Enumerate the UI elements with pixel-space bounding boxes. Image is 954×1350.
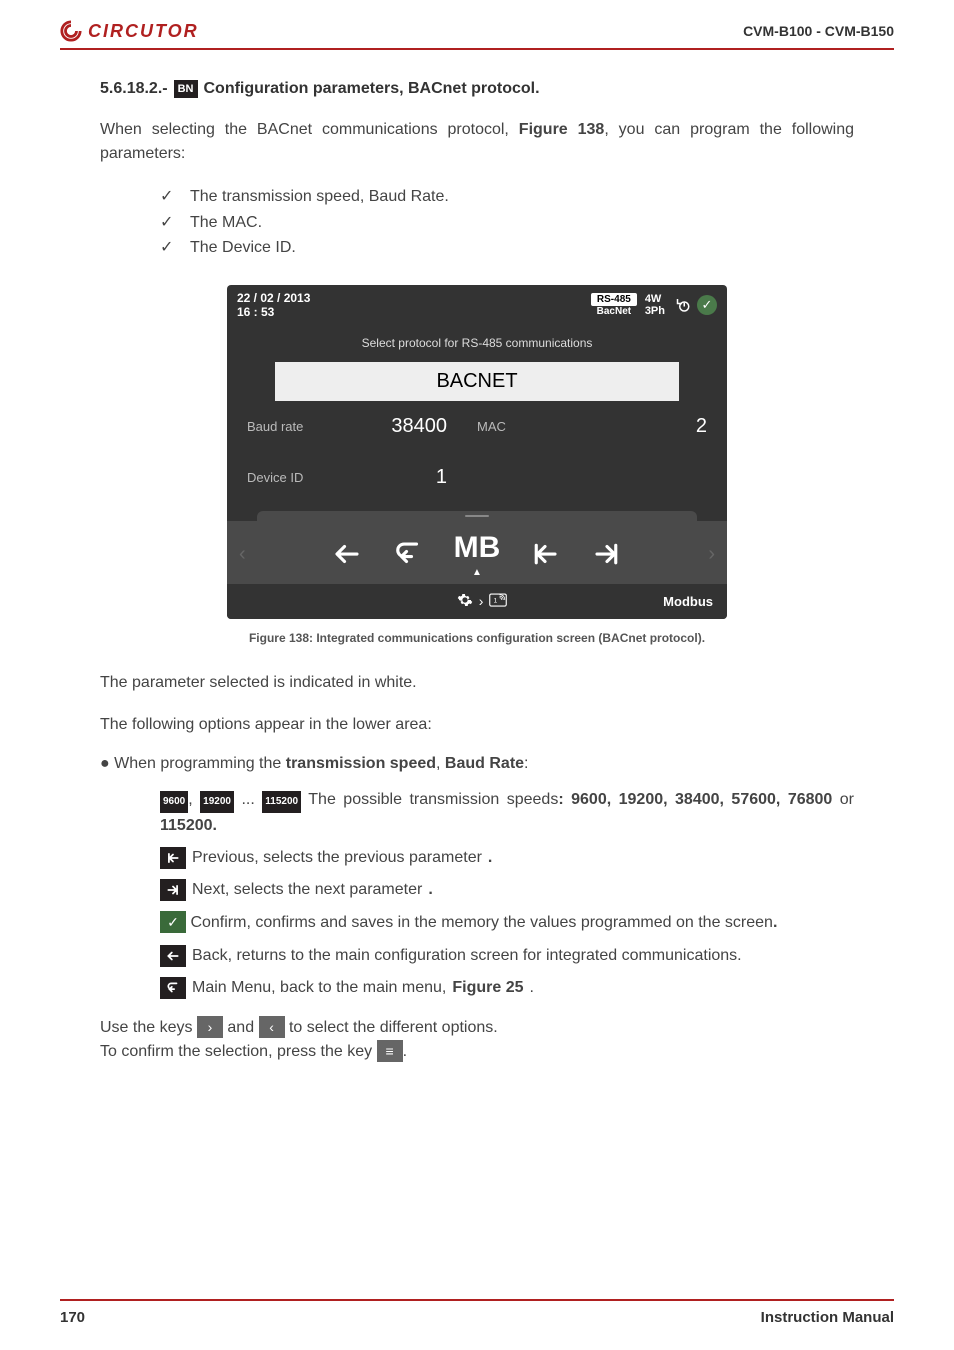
wiring-indicator: 4W 3Ph <box>645 293 665 317</box>
device-status-center: RS-485 BacNet 4W 3Ph ✓ <box>591 293 717 317</box>
opt-next: Next, selects the next parameter. <box>160 878 854 902</box>
page-footer: 170 Instruction Manual <box>60 1299 894 1326</box>
opt-speeds: 9600, 19200 ... 115200 The possible tran… <box>160 787 854 839</box>
mac-label: MAC <box>477 419 557 434</box>
opt-previous: Previous, selects the previous parameter… <box>160 846 854 870</box>
bn-badge: BN <box>174 80 198 98</box>
back-icon[interactable] <box>330 539 364 569</box>
previous-icon[interactable] <box>528 539 562 569</box>
mac-value: 2 <box>557 415 707 438</box>
speed-9600-button[interactable]: 9600 <box>160 791 188 813</box>
parameter-checklist: The transmission speed, Baud Rate. The M… <box>160 184 854 261</box>
device-date: 22 / 02 / 2013 <box>237 291 310 305</box>
wiring-3ph: 3Ph <box>645 305 665 317</box>
rs485-label: RS-485 <box>591 293 637 306</box>
page-header: CIRCUTOR CVM-B100 - CVM-B150 <box>60 20 894 50</box>
device-tab-handle <box>257 511 697 521</box>
check-item: The transmission speed, Baud Rate. <box>160 184 854 210</box>
nav-icon-row: MB ▲ <box>250 531 705 578</box>
para-lower: The following options appear in the lowe… <box>100 713 854 737</box>
device-row-devid: Device ID 1 <box>227 452 727 503</box>
key-menu-icon[interactable]: ≡ <box>377 1040 403 1062</box>
speed-19200-button[interactable]: 19200 <box>200 791 234 813</box>
back-button-icon[interactable] <box>160 945 186 967</box>
nav-scroll-right-icon[interactable]: › <box>704 543 719 566</box>
section-heading: 5.6.18.2.- BN Configuration parameters, … <box>100 80 854 98</box>
mb-label: MB <box>454 531 501 565</box>
comm-icon: 1 <box>489 593 507 610</box>
opt-confirm: ✓ Confirm, confirms and saves in the mem… <box>160 910 854 936</box>
bacnet-label: BacNet <box>591 306 637 317</box>
confirm-button-icon[interactable]: ✓ <box>160 911 186 933</box>
baud-label: Baud rate <box>247 419 357 434</box>
page-number: 170 <box>60 1309 85 1326</box>
footer-label: Instruction Manual <box>761 1309 894 1326</box>
main-menu-button-icon[interactable] <box>160 977 186 999</box>
para-selected: The parameter selected is indicated in w… <box>100 671 854 695</box>
deviceid-label: Device ID <box>247 470 357 485</box>
rs485-indicator: RS-485 BacNet <box>591 293 637 317</box>
device-navbar: ‹ MB ▲ <box>227 521 727 584</box>
opt-mainmenu: Main Menu, back to the main menu, Figure… <box>160 976 854 1000</box>
device-datetime: 22 / 02 / 2013 16 : 53 <box>237 291 310 320</box>
check-item: The MAC. <box>160 210 854 236</box>
device-prompt: Select protocol for RS-485 communication… <box>227 326 727 362</box>
section-title-text: Configuration parameters, BACnet protoco… <box>204 80 540 98</box>
device-screenshot: 22 / 02 / 2013 16 : 53 RS-485 BacNet 4W … <box>227 285 727 619</box>
footer-mode-label: Modbus <box>663 594 713 609</box>
device-time: 16 : 53 <box>237 305 310 319</box>
status-icons: ✓ <box>673 295 717 315</box>
next-icon[interactable] <box>590 539 624 569</box>
intro-paragraph: When selecting the BACnet communications… <box>100 118 854 166</box>
speed-115200-button[interactable]: 115200 <box>262 791 301 813</box>
chevron-right-icon: › <box>479 593 484 609</box>
mb-button[interactable]: MB ▲ <box>454 531 501 578</box>
opt-back: Back, returns to the main configuration … <box>160 944 854 968</box>
section-number: 5.6.18.2.- <box>100 80 168 98</box>
key-right-icon[interactable]: › <box>197 1016 223 1038</box>
brand-name: CIRCUTOR <box>88 21 199 42</box>
figure-caption: Figure 138: Integrated communications co… <box>100 631 854 645</box>
main-menu-icon[interactable] <box>392 539 426 569</box>
nav-scroll-left-icon[interactable]: ‹ <box>235 543 250 566</box>
device-row-baud-mac: Baud rate 38400 MAC 2 <box>227 401 727 452</box>
key-left-icon[interactable]: ‹ <box>259 1016 285 1038</box>
logo-icon <box>60 20 82 42</box>
caret-up-icon: ▲ <box>472 567 482 578</box>
page: CIRCUTOR CVM-B100 - CVM-B150 5.6.18.2.- … <box>0 0 954 1350</box>
intro-figref: Figure 138 <box>519 121 605 138</box>
confirm-status-icon: ✓ <box>697 295 717 315</box>
device-breadcrumb: › 1 <box>457 592 508 611</box>
options-block: 9600, 19200 ... 115200 The possible tran… <box>160 787 854 1000</box>
svg-text:1: 1 <box>494 597 498 604</box>
content: 5.6.18.2.- BN Configuration parameters, … <box>60 80 894 1064</box>
deviceid-value: 1 <box>357 466 477 489</box>
device-statusbar: 22 / 02 / 2013 16 : 53 RS-485 BacNet 4W … <box>227 285 727 326</box>
check-item: The Device ID. <box>160 235 854 261</box>
demand-icon <box>673 296 691 314</box>
device-footer: › 1 Modbus <box>227 584 727 619</box>
document-model: CVM-B100 - CVM-B150 <box>743 23 894 39</box>
wiring-4w: 4W <box>645 293 665 305</box>
keys-paragraph: Use the keys › and ‹ to select the diffe… <box>100 1016 854 1064</box>
intro-pre: When selecting the BACnet communications… <box>100 121 519 138</box>
brand-logo: CIRCUTOR <box>60 20 199 42</box>
previous-button-icon[interactable] <box>160 847 186 869</box>
next-button-icon[interactable] <box>160 879 186 901</box>
bullet-baudrate: When programming the transmission speed,… <box>100 755 854 773</box>
baud-value: 38400 <box>357 415 477 438</box>
protocol-display: BACNET <box>275 362 679 401</box>
gear-icon <box>457 592 473 611</box>
